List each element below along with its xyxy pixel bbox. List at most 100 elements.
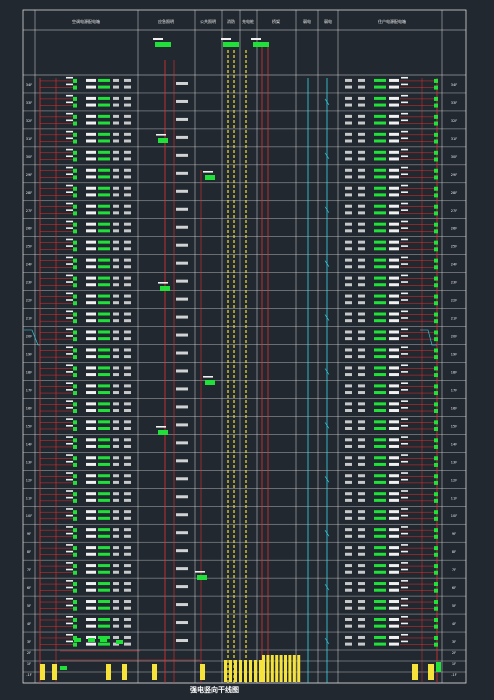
cable-spec-mark bbox=[86, 355, 96, 359]
rating-mark bbox=[124, 456, 131, 460]
rating-mark bbox=[124, 373, 131, 377]
tag-mark bbox=[66, 299, 73, 301]
distribution-box-icon bbox=[434, 391, 438, 396]
breaker-mark bbox=[98, 121, 110, 125]
tag-mark bbox=[66, 615, 73, 618]
rating-mark bbox=[113, 319, 119, 323]
rating-mark bbox=[358, 528, 365, 532]
tag-mark bbox=[401, 496, 408, 499]
floor-label-right: 8F bbox=[452, 550, 456, 554]
cable-spec-mark bbox=[86, 265, 96, 269]
riser-tag-mark bbox=[176, 171, 188, 175]
distribution-box-icon bbox=[434, 78, 438, 83]
cable-spec-mark bbox=[389, 617, 399, 621]
floor-label-left: 31F bbox=[26, 137, 32, 141]
tag-mark bbox=[66, 328, 73, 331]
rating-mark bbox=[358, 186, 365, 190]
riser-diagram-svg: 空调电源配电箱 应急照明 公共照明 消防 充电桩 桥架 弱电 弱电 住户电源配电箱 34F 34F 3… bbox=[22, 9, 467, 684]
rating-mark bbox=[113, 402, 119, 406]
distribution-box-icon bbox=[434, 240, 438, 245]
cable-spec-mark bbox=[86, 301, 96, 305]
cable-spec-mark bbox=[389, 498, 399, 502]
floor-label-left: 27F bbox=[26, 209, 32, 213]
rating-mark bbox=[124, 474, 131, 478]
floor-label-left: 14F bbox=[26, 442, 32, 446]
floor-label-left: 25F bbox=[26, 245, 32, 249]
floor-label-right: 29F bbox=[451, 173, 457, 177]
breaker-mark bbox=[98, 384, 110, 388]
tag-mark bbox=[401, 130, 408, 133]
rating-mark bbox=[124, 642, 131, 646]
cable-spec-mark bbox=[86, 546, 96, 550]
riser-tag-mark bbox=[176, 477, 188, 481]
floor-label-right: 14F bbox=[451, 442, 457, 446]
rating-mark bbox=[113, 498, 119, 502]
rating-mark bbox=[124, 409, 131, 413]
breaker-mark bbox=[98, 247, 110, 251]
tag-mark bbox=[401, 436, 408, 438]
cable-spec-mark bbox=[389, 265, 399, 269]
breaker-mark bbox=[374, 301, 386, 305]
floor-label-right: 30F bbox=[451, 155, 457, 159]
basement-box bbox=[88, 638, 95, 642]
cable-spec-mark bbox=[86, 121, 96, 125]
rating-mark bbox=[345, 319, 352, 323]
distribution-box-icon bbox=[73, 193, 77, 198]
tag-mark bbox=[66, 94, 73, 97]
cable-spec-mark bbox=[389, 391, 399, 395]
distribution-box-icon bbox=[434, 132, 438, 137]
rating-mark bbox=[124, 157, 131, 161]
rating-mark bbox=[124, 516, 131, 520]
cable-spec-mark bbox=[86, 409, 96, 413]
breaker-mark bbox=[98, 193, 110, 197]
rating-mark bbox=[124, 528, 131, 532]
breaker-mark bbox=[98, 528, 110, 532]
rating-mark bbox=[113, 330, 119, 334]
rating-mark bbox=[358, 96, 365, 100]
riser-tag-mark bbox=[176, 315, 188, 319]
tag-mark bbox=[66, 490, 73, 492]
rating-mark bbox=[113, 247, 119, 251]
rating-mark bbox=[345, 247, 352, 251]
tag-mark bbox=[66, 238, 73, 241]
cable-spec-mark bbox=[389, 606, 399, 610]
distribution-box-icon bbox=[73, 384, 77, 389]
riser-tag-mark bbox=[176, 189, 188, 193]
distribution-box-icon bbox=[434, 552, 438, 557]
floor-label-left: 34F bbox=[26, 83, 32, 87]
tag-mark bbox=[66, 76, 73, 79]
rating-mark bbox=[113, 373, 119, 377]
tag-mark bbox=[401, 328, 408, 331]
rating-mark bbox=[124, 600, 131, 604]
distribution-box-icon bbox=[434, 204, 438, 209]
emergency-box bbox=[158, 430, 168, 435]
rating-mark bbox=[345, 498, 352, 502]
cable-spec-mark bbox=[389, 438, 399, 442]
distribution-box-icon bbox=[434, 348, 438, 353]
breaker-mark bbox=[98, 606, 110, 610]
distribution-box-icon bbox=[73, 319, 77, 324]
distribution-box-icon bbox=[434, 330, 438, 335]
rating-mark bbox=[345, 294, 352, 298]
cable-spec-mark bbox=[86, 420, 96, 424]
rating-mark bbox=[113, 301, 119, 305]
cable-spec-mark bbox=[389, 121, 399, 125]
tag-mark bbox=[66, 184, 73, 187]
distribution-box-icon bbox=[73, 96, 77, 101]
breaker-mark bbox=[98, 355, 110, 359]
tag-mark bbox=[66, 532, 73, 535]
rating-mark bbox=[124, 330, 131, 334]
tag-mark bbox=[401, 472, 408, 474]
breaker-mark bbox=[98, 139, 110, 143]
breaker-mark bbox=[98, 283, 110, 287]
breaker-mark bbox=[98, 391, 110, 395]
tag-mark bbox=[401, 615, 408, 618]
distribution-box-icon bbox=[434, 582, 438, 587]
rating-mark bbox=[345, 78, 352, 82]
distribution-box-icon bbox=[73, 186, 77, 191]
tag-mark bbox=[66, 424, 73, 427]
rating-mark bbox=[345, 186, 352, 190]
cable-spec-mark bbox=[389, 103, 399, 107]
distribution-box-icon bbox=[434, 570, 438, 575]
rating-mark bbox=[113, 492, 119, 496]
